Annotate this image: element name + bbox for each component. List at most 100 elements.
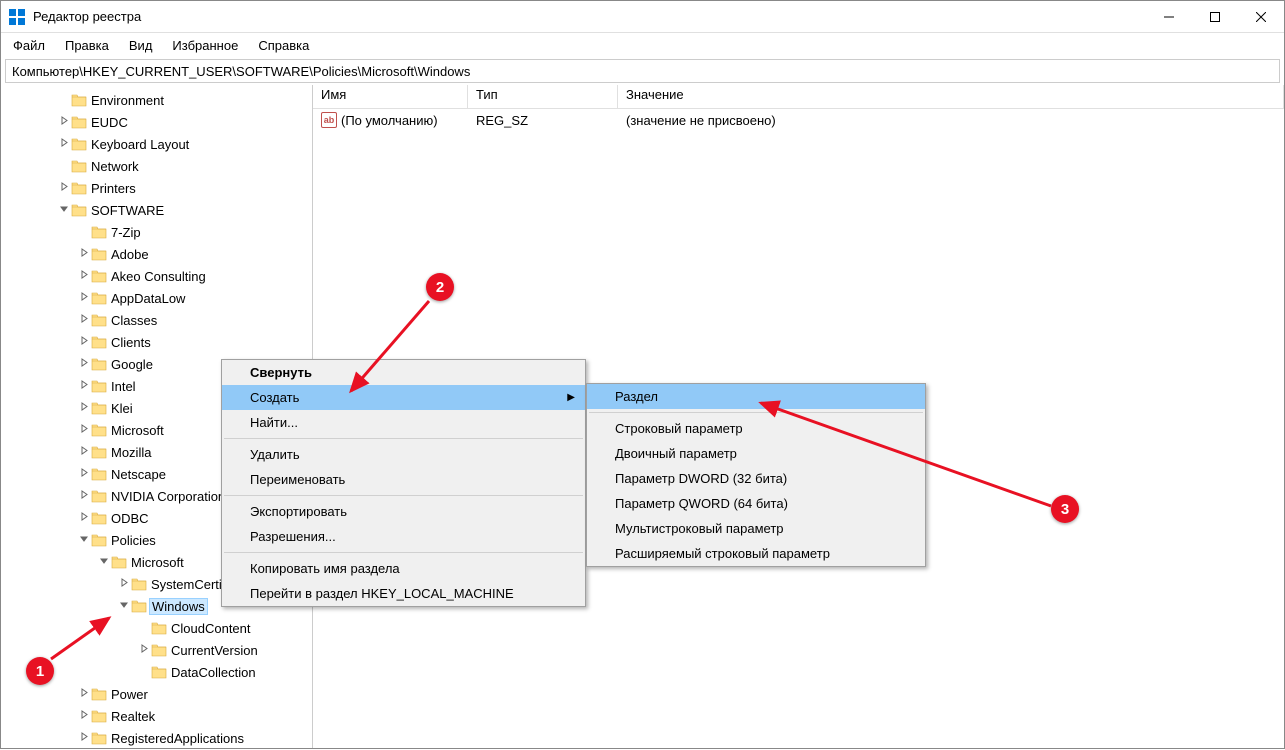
menu-separator — [589, 412, 923, 413]
tree-label: Realtek — [111, 709, 155, 724]
tree-item-classes[interactable]: Classes — [1, 309, 312, 331]
submenu-arrow-icon: ▶ — [567, 392, 575, 403]
folder-icon — [151, 643, 167, 657]
tree-expand-icon[interactable] — [77, 270, 91, 282]
tree-expand-icon[interactable] — [117, 578, 131, 590]
col-value[interactable]: Значение — [618, 85, 1284, 108]
tree-expand-icon[interactable] — [77, 380, 91, 392]
tree-item-environment[interactable]: Environment — [1, 89, 312, 111]
menu-separator — [224, 438, 583, 439]
menu-item-раздел[interactable]: Раздел — [587, 384, 925, 409]
minimize-button[interactable] — [1146, 1, 1192, 33]
tree-label: EUDC — [91, 115, 128, 130]
tree-item-software[interactable]: SOFTWARE — [1, 199, 312, 221]
col-type[interactable]: Тип — [468, 85, 618, 108]
menu-item-мультистроковый-параметр[interactable]: Мультистроковый параметр — [587, 516, 925, 541]
menu-item-параметр-qword-64-бита-[interactable]: Параметр QWORD (64 бита) — [587, 491, 925, 516]
tree-expand-icon[interactable] — [77, 314, 91, 326]
menu-edit[interactable]: Правка — [57, 36, 117, 55]
tree-expand-icon[interactable] — [57, 182, 71, 194]
menu-item-переименовать[interactable]: Переименовать — [222, 467, 585, 492]
folder-icon — [71, 115, 87, 129]
tree-expand-icon[interactable] — [77, 732, 91, 744]
tree-label: Classes — [111, 313, 157, 328]
list-row[interactable]: ab (По умолчанию) REG_SZ (значение не пр… — [313, 109, 1284, 131]
tree-label: Printers — [91, 181, 136, 196]
tree-expand-icon[interactable] — [77, 336, 91, 348]
tree-expand-icon[interactable] — [77, 358, 91, 370]
tree-expand-icon[interactable] — [77, 468, 91, 480]
annotation-badge-1: 1 — [26, 657, 54, 685]
col-name[interactable]: Имя — [313, 85, 468, 108]
menu-item-найти-[interactable]: Найти... — [222, 410, 585, 435]
menu-file[interactable]: Файл — [5, 36, 53, 55]
tree-item-keyboard-layout[interactable]: Keyboard Layout — [1, 133, 312, 155]
tree-expand-icon[interactable] — [57, 138, 71, 150]
tree-expand-icon[interactable] — [77, 292, 91, 304]
window-title: Редактор реестра — [33, 9, 1146, 24]
tree-label: CurrentVersion — [171, 643, 258, 658]
menu-item-двоичный-параметр[interactable]: Двоичный параметр — [587, 441, 925, 466]
tree-item-cloudcontent[interactable]: CloudContent — [1, 617, 312, 639]
tree-item-adobe[interactable]: Adobe — [1, 243, 312, 265]
folder-icon — [91, 401, 107, 415]
menu-item-свернуть[interactable]: Свернуть — [222, 360, 585, 385]
tree-collapse-icon[interactable] — [97, 556, 111, 568]
tree-expand-icon[interactable] — [77, 512, 91, 524]
folder-icon — [151, 621, 167, 635]
tree-item-clients[interactable]: Clients — [1, 331, 312, 353]
tree-collapse-icon[interactable] — [117, 600, 131, 612]
tree-item-network[interactable]: Network — [1, 155, 312, 177]
tree-collapse-icon[interactable] — [77, 534, 91, 546]
address-bar[interactable]: Компьютер\HKEY_CURRENT_USER\SOFTWARE\Pol… — [5, 59, 1280, 83]
menu-help[interactable]: Справка — [250, 36, 317, 55]
menu-item-создать[interactable]: Создать▶ — [222, 385, 585, 410]
tree-expand-icon[interactable] — [77, 710, 91, 722]
tree-item-akeo-consulting[interactable]: Akeo Consulting — [1, 265, 312, 287]
tree-label: Klei — [111, 401, 133, 416]
tree-item-appdatalow[interactable]: AppDataLow — [1, 287, 312, 309]
close-button[interactable] — [1238, 1, 1284, 33]
menu-view[interactable]: Вид — [121, 36, 161, 55]
tree-expand-icon[interactable] — [77, 402, 91, 414]
folder-icon — [131, 599, 147, 613]
menu-item-строковый-параметр[interactable]: Строковый параметр — [587, 416, 925, 441]
tree-expand-icon[interactable] — [77, 490, 91, 502]
context-menu-main[interactable]: СвернутьСоздать▶Найти... УдалитьПереимено… — [221, 359, 586, 607]
tree-expand-icon[interactable] — [77, 248, 91, 260]
tree-collapse-icon[interactable] — [57, 204, 71, 216]
tree-item-eudc[interactable]: EUDC — [1, 111, 312, 133]
menu-item-расширяемый-строковый-параметр[interactable]: Расширяемый строковый параметр — [587, 541, 925, 566]
tree-expand-icon[interactable] — [77, 424, 91, 436]
tree-item-power[interactable]: Power — [1, 683, 312, 705]
maximize-button[interactable] — [1192, 1, 1238, 33]
tree-item-registeredapplications[interactable]: RegisteredApplications — [1, 727, 312, 748]
tree-expand-icon[interactable] — [137, 644, 151, 656]
tree-label: Akeo Consulting — [111, 269, 206, 284]
menu-item-перейти-в-раздел-hkey-local-machine[interactable]: Перейти в раздел HKEY_LOCAL_MACHINE — [222, 581, 585, 606]
tree-item-currentversion[interactable]: CurrentVersion — [1, 639, 312, 661]
menu-item-параметр-dword-32-бита-[interactable]: Параметр DWORD (32 бита) — [587, 466, 925, 491]
context-menu-new[interactable]: Раздел Строковый параметрДвоичный парамет… — [586, 383, 926, 567]
menu-item-удалить[interactable]: Удалить — [222, 442, 585, 467]
tree-expand-icon[interactable] — [57, 116, 71, 128]
menu-item-экспортировать[interactable]: Экспортировать — [222, 499, 585, 524]
tree-label: DataCollection — [171, 665, 256, 680]
tree-expand-icon[interactable] — [77, 688, 91, 700]
folder-icon — [91, 687, 107, 701]
tree-item-printers[interactable]: Printers — [1, 177, 312, 199]
folder-icon — [91, 379, 107, 393]
folder-icon — [91, 709, 107, 723]
menu-item-разрешения-[interactable]: Разрешения... — [222, 524, 585, 549]
menu-item-копировать-имя-раздела[interactable]: Копировать имя раздела — [222, 556, 585, 581]
folder-icon — [71, 181, 87, 195]
menu-separator — [224, 495, 583, 496]
window-controls — [1146, 1, 1284, 33]
menu-favorites[interactable]: Избранное — [164, 36, 246, 55]
folder-icon — [91, 533, 107, 547]
folder-icon — [91, 731, 107, 745]
tree-item-realtek[interactable]: Realtek — [1, 705, 312, 727]
tree-label: Power — [111, 687, 148, 702]
tree-item-7-zip[interactable]: 7-Zip — [1, 221, 312, 243]
tree-expand-icon[interactable] — [77, 446, 91, 458]
